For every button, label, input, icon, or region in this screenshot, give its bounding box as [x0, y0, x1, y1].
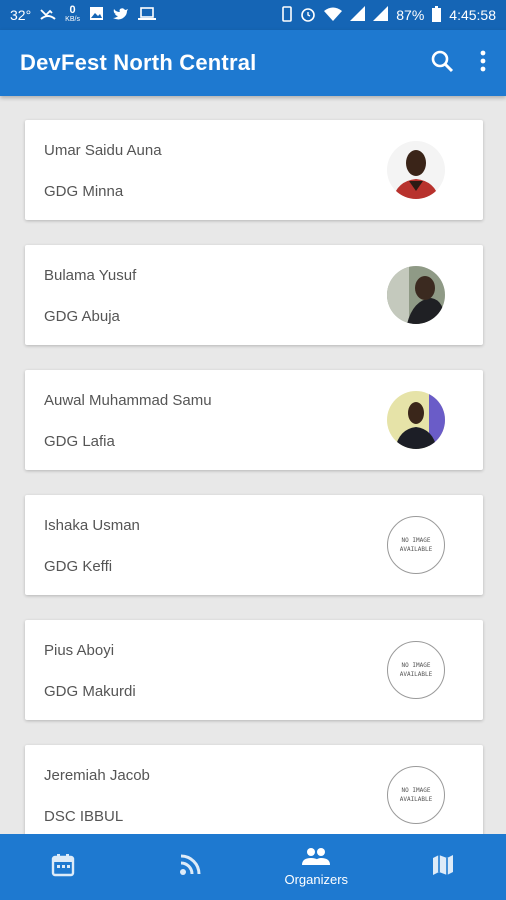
bottom-navigation: Organizers	[0, 834, 506, 900]
organizer-name: Auwal Muhammad Samu	[44, 392, 212, 409]
image-icon	[89, 6, 104, 24]
calendar-icon	[51, 853, 75, 882]
search-icon[interactable]	[430, 49, 454, 78]
organizer-group: GDG Minna	[44, 183, 124, 200]
status-bar: 32° 0 KB/s 87% 4:45:58	[0, 0, 506, 30]
organizer-card[interactable]: Auwal Muhammad Samu GDG Lafia	[25, 370, 483, 470]
more-vert-icon[interactable]	[480, 50, 486, 77]
no-image-placeholder: NO IMAGE AVAILABLE	[387, 641, 445, 699]
signal-icon	[350, 6, 366, 24]
map-icon	[432, 854, 454, 881]
temperature: 32°	[10, 7, 32, 23]
nav-label: Organizers	[284, 872, 349, 887]
organizer-avatar	[387, 391, 445, 449]
organizer-group: GDG Keffi	[44, 558, 113, 575]
organizer-card[interactable]: Bulama Yusuf GDG Abuja	[25, 245, 483, 345]
organizer-name: Bulama Yusuf	[44, 267, 137, 284]
people-icon	[302, 847, 331, 870]
organizer-name: Pius Aboyi	[44, 642, 115, 659]
no-image-placeholder: NO IMAGE AVAILABLE	[387, 766, 445, 824]
app-bar: DevFest North Central	[0, 30, 506, 96]
organizer-group: GDG Lafia	[44, 433, 115, 450]
clock: 4:45:58	[449, 7, 496, 23]
battery-percent: 87%	[396, 7, 425, 23]
organizer-card[interactable]: Jeremiah Jacob DSC IBBUL NO IMAGE AVAILAB…	[25, 745, 483, 834]
nav-map[interactable]	[380, 834, 506, 900]
signal-icon-2	[373, 6, 389, 24]
rss-feed-icon	[179, 854, 201, 881]
wifi-icon	[324, 7, 343, 24]
organizer-group: DSC IBBUL	[44, 808, 124, 825]
phone-icon	[282, 5, 293, 25]
twitter-icon	[112, 7, 129, 24]
organizer-name: Ishaka Usman	[44, 517, 140, 534]
organizer-card[interactable]: Ishaka Usman GDG Keffi NO IMAGE AVAILABLE	[25, 495, 483, 595]
app-title: DevFest North Central	[20, 50, 257, 75]
organizer-group: GDG Makurdi	[44, 683, 136, 700]
organizer-name: Umar Saidu Auna	[44, 142, 162, 159]
nav-schedule[interactable]	[0, 834, 127, 900]
battery-icon	[432, 5, 442, 25]
laptop-icon	[137, 6, 156, 24]
nav-organizers[interactable]: Organizers	[253, 834, 380, 900]
organizer-card[interactable]: Pius Aboyi GDG Makurdi NO IMAGE AVAILABLE	[25, 620, 483, 720]
organizer-list[interactable]: Umar Saidu Auna GDG Minna Bulama Yusuf G…	[0, 96, 506, 834]
alarm-icon	[300, 6, 316, 25]
organizer-card[interactable]: Umar Saidu Auna GDG Minna	[25, 120, 483, 220]
network-speed: 0 KB/s	[65, 4, 80, 24]
organizer-group: GDG Abuja	[44, 308, 120, 325]
nav-feed[interactable]	[127, 834, 254, 900]
organizer-avatar	[387, 141, 445, 199]
organizer-name: Jeremiah Jacob	[44, 767, 150, 784]
no-image-placeholder: NO IMAGE AVAILABLE	[387, 516, 445, 574]
organizer-avatar	[387, 266, 445, 324]
missed-call-icon	[40, 7, 56, 24]
